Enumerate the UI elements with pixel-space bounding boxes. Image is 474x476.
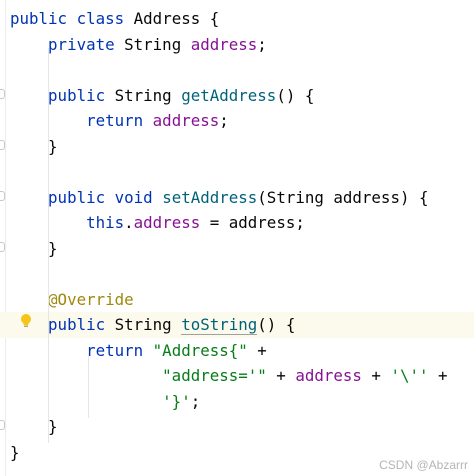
code-token: private: [48, 34, 125, 54]
code-token: '}': [162, 391, 191, 411]
code-token: setAddress: [162, 187, 258, 207]
code-line[interactable]: @Override: [10, 287, 474, 313]
code-token: '\'': [390, 366, 429, 385]
code-token: this: [86, 213, 125, 232]
code-token: String: [124, 34, 191, 54]
code-token: }: [10, 442, 20, 462]
code-token: Address {: [133, 9, 220, 28]
code-line[interactable]: [10, 57, 474, 83]
code-line[interactable]: this.address = address;: [10, 210, 474, 236]
code-line[interactable]: [10, 261, 474, 287]
code-line[interactable]: public String getAddress() {: [10, 83, 474, 109]
code-line[interactable]: public void setAddress(String address) {: [10, 185, 474, 211]
code-token: }: [10, 417, 58, 436]
code-token: () {: [257, 315, 296, 334]
code-token: String: [114, 85, 182, 105]
editor-gutter: [0, 0, 6, 476]
code-token: address: [133, 213, 201, 232]
code-token: address: [190, 34, 258, 54]
fold-marker[interactable]: [0, 140, 5, 150]
code-token: +: [361, 366, 391, 385]
code-token: void: [114, 187, 163, 207]
code-token: public: [48, 315, 115, 334]
code-token: toString: [181, 315, 258, 335]
code-token: (String address) {: [257, 187, 429, 207]
code-line[interactable]: return address;: [10, 108, 474, 134]
fold-marker[interactable]: [0, 420, 5, 430]
code-token: class: [76, 9, 134, 28]
code-line[interactable]: private String address;: [10, 32, 474, 58]
code-token: +: [266, 366, 296, 385]
code-token: ;: [219, 111, 229, 130]
code-token: ;: [190, 391, 201, 411]
code-token: String: [114, 315, 182, 334]
code-token: "address='": [162, 366, 267, 385]
code-line[interactable]: '}';: [10, 389, 474, 415]
watermark: CSDN @Abzarrr: [379, 458, 468, 472]
code-line[interactable]: public class Address {: [10, 6, 474, 32]
code-token: address: [295, 366, 362, 385]
code-token: getAddress: [181, 85, 277, 105]
code-line[interactable]: public String toString() {: [0, 312, 474, 338]
code-token: }: [10, 136, 58, 156]
code-token: public: [10, 9, 77, 28]
code-line[interactable]: "address='" + address + '\'' +: [10, 363, 474, 389]
code-token: address: [152, 111, 220, 130]
indent-guide: [88, 354, 89, 418]
code-token: () {: [276, 85, 315, 105]
code-token: public: [48, 187, 115, 207]
lightbulb-icon[interactable]: [20, 313, 32, 329]
code-line[interactable]: }: [10, 414, 474, 440]
code-line[interactable]: }: [10, 236, 474, 262]
code-token: public: [48, 85, 115, 105]
fold-marker[interactable]: [0, 191, 5, 201]
code-line[interactable]: }: [10, 134, 474, 160]
code-token: return: [86, 340, 153, 360]
code-token: }: [10, 238, 58, 258]
code-token: return: [86, 111, 153, 130]
code-token: +: [247, 340, 267, 360]
code-token: @Override: [48, 289, 134, 309]
fold-marker[interactable]: [0, 242, 5, 252]
indent-guide: [48, 48, 49, 443]
code-token: .: [124, 213, 134, 232]
code-token: "Address{": [152, 340, 248, 360]
fold-marker[interactable]: [0, 89, 5, 99]
code-editor[interactable]: public class Address { private String ad…: [0, 6, 474, 465]
code-token: ;: [257, 34, 267, 54]
code-token: +: [428, 366, 448, 385]
code-line[interactable]: return "Address{" +: [10, 338, 474, 364]
code-line[interactable]: [10, 159, 474, 185]
code-token: = address;: [200, 213, 305, 232]
